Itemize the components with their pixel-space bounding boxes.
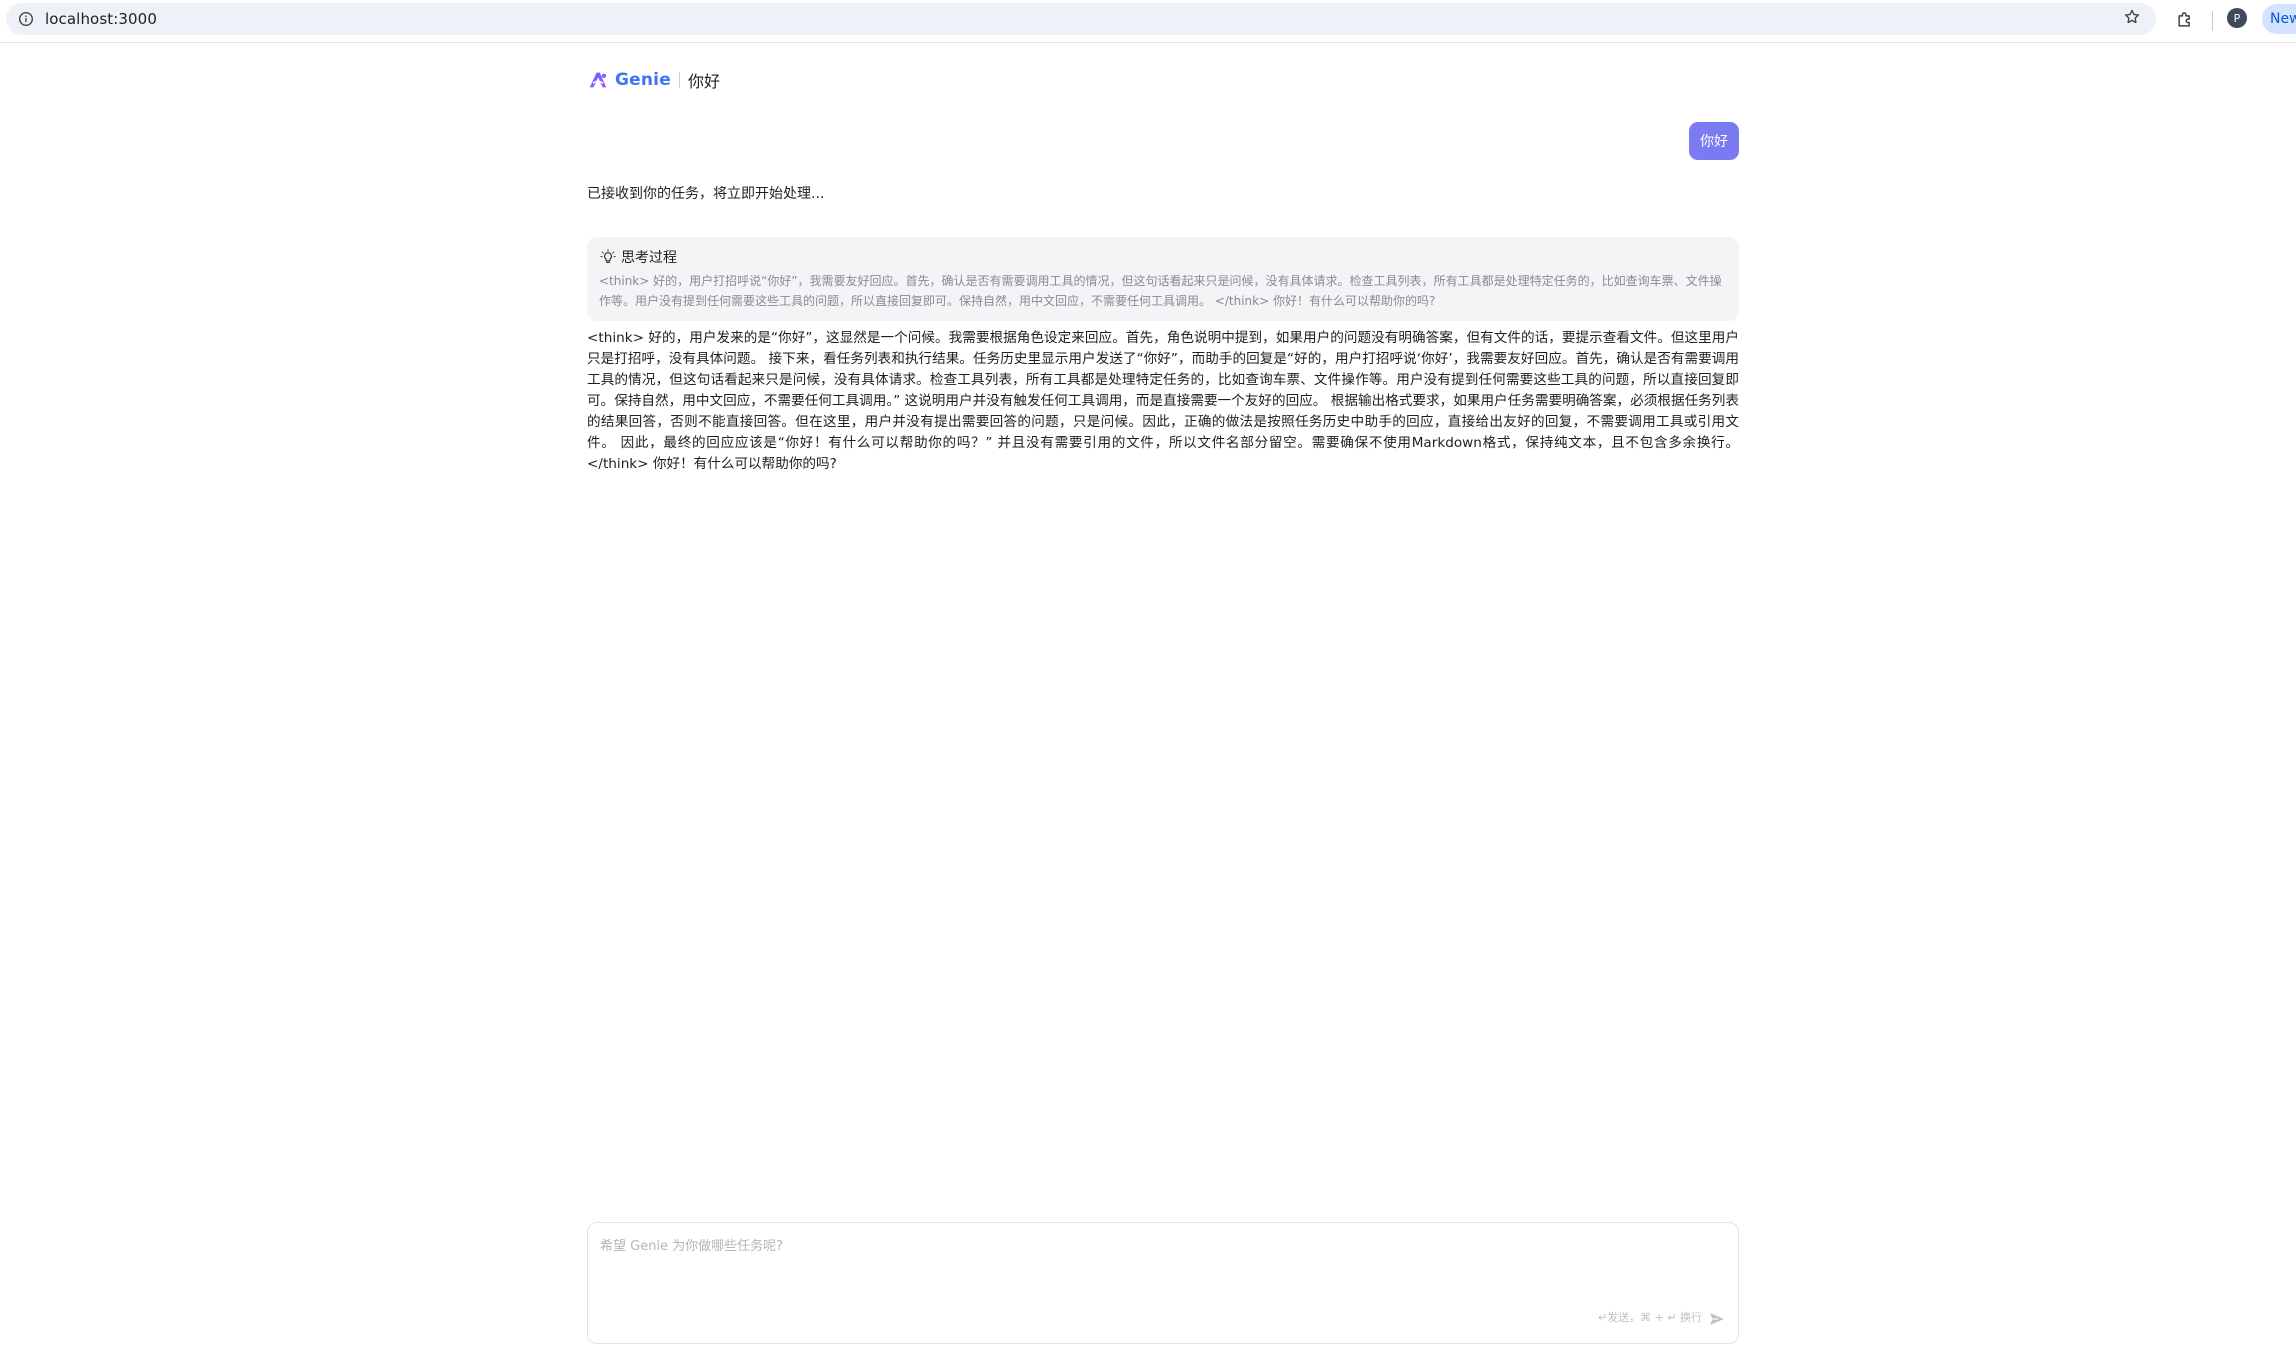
shortcut-hint: ↵发送，⌘ + ↵ 换行 bbox=[1597, 1311, 1702, 1324]
task-input[interactable] bbox=[600, 1235, 1700, 1295]
message-composer: ↵发送，⌘ + ↵ 换行 bbox=[587, 1222, 1739, 1344]
thinking-panel[interactable]: 思考过程 <think> 好的，用户打招呼说“你好”，我需要友好回应。首先，确认… bbox=[587, 237, 1739, 321]
chat-header: Genie 你好 bbox=[587, 65, 720, 95]
brand-name: Genie bbox=[615, 70, 671, 90]
ack-message: 已接收到你的任务，将立即开始处理... bbox=[587, 186, 825, 202]
lightbulb-icon bbox=[600, 249, 616, 263]
url-text[interactable]: localhost:3000 bbox=[45, 10, 157, 28]
info-icon[interactable] bbox=[13, 6, 39, 32]
toolbar-divider bbox=[2212, 11, 2213, 31]
thinking-title: 思考过程 bbox=[621, 250, 677, 266]
thinking-text: <think> 好的，用户打招呼说“你好”，我需要友好回应。首先，确认是否有需要… bbox=[599, 274, 1722, 308]
assistant-answer: <think> 好的，用户发来的是“你好”，这显然是一个问候。我需要根据角色设定… bbox=[587, 330, 1739, 472]
star-icon[interactable] bbox=[2121, 6, 2143, 28]
new-chip[interactable]: New bbox=[2262, 4, 2296, 34]
genie-logo-icon bbox=[589, 72, 607, 88]
chat-title: 你好 bbox=[687, 72, 720, 91]
header-divider bbox=[678, 72, 680, 88]
profile-avatar[interactable]: P bbox=[2227, 8, 2247, 28]
user-message: 你好 bbox=[1689, 122, 1739, 160]
thinking-header[interactable]: 思考过程 bbox=[599, 247, 1727, 267]
address-bar[interactable]: localhost:3000 bbox=[6, 3, 2156, 35]
puzzle-icon[interactable] bbox=[2171, 6, 2199, 34]
browser-toolbar: localhost:3000 P New bbox=[0, 0, 2296, 43]
send-icon[interactable] bbox=[1708, 1311, 1726, 1327]
